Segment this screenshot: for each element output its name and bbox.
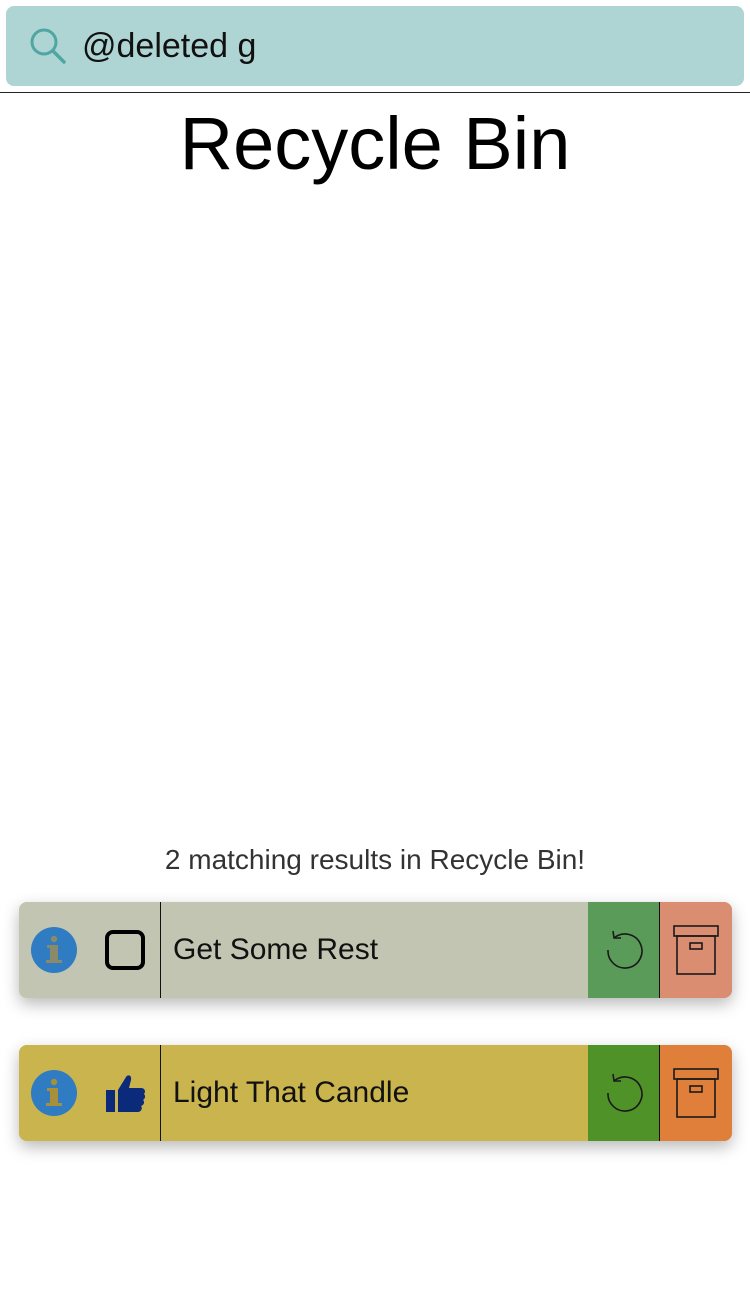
- search-bar[interactable]: [6, 6, 744, 86]
- list-item[interactable]: Get Some Rest: [19, 902, 732, 998]
- restore-icon: [606, 1073, 643, 1112]
- item-leading-controls: [19, 902, 160, 998]
- item-title-cell[interactable]: Get Some Rest: [160, 902, 589, 998]
- item-title: Light That Candle: [173, 1076, 410, 1109]
- archive-icon: [673, 1068, 719, 1118]
- recycle-bin-screen: Recycle Bin 2 matching results in Recycl…: [0, 0, 750, 1294]
- restore-button[interactable]: [588, 1045, 660, 1141]
- item-title-cell[interactable]: Light That Candle: [160, 1045, 589, 1141]
- list-item[interactable]: Light That Candle: [19, 1045, 732, 1141]
- checkbox-unchecked-icon[interactable]: [103, 928, 147, 972]
- search-icon: [30, 28, 66, 64]
- divider: [0, 92, 750, 93]
- thumbs-up-icon[interactable]: [103, 1071, 147, 1115]
- item-title: Get Some Rest: [173, 933, 379, 966]
- search-input[interactable]: [82, 24, 722, 68]
- restore-button[interactable]: [588, 902, 660, 998]
- archive-button[interactable]: [660, 902, 732, 998]
- info-icon[interactable]: [30, 1069, 78, 1117]
- restore-icon: [606, 930, 643, 969]
- archive-button[interactable]: [660, 1045, 732, 1141]
- info-icon[interactable]: [30, 926, 78, 974]
- page-title: Recycle Bin: [179, 102, 571, 185]
- item-leading-controls: [19, 1045, 160, 1141]
- results-count: 2 matching results in Recycle Bin!: [164, 844, 586, 875]
- archive-icon: [673, 925, 719, 975]
